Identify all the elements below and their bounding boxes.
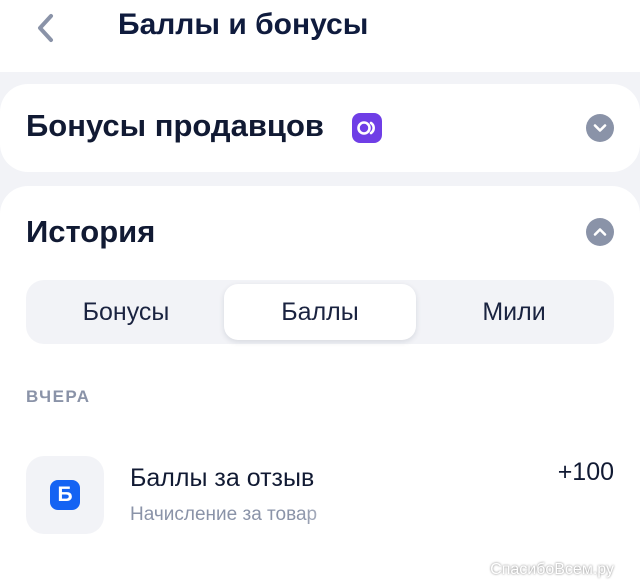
points-b-icon: Б [50, 480, 80, 510]
chevron-up-icon [593, 228, 607, 236]
collapse-history-button[interactable] [586, 218, 614, 246]
transaction-icon-box: Б [26, 456, 104, 534]
tab-miles[interactable]: Мили [418, 284, 610, 340]
transaction-amount: +100 [557, 458, 614, 486]
history-tabs: Бонусы Баллы Мили [26, 280, 614, 344]
page-title: Баллы и бонусы [118, 8, 369, 41]
chevron-left-icon [38, 14, 53, 42]
brand-badge-icon [352, 113, 382, 143]
site-watermark: СпасибоВсем.ру [490, 561, 614, 578]
sellers-bonus-title: Бонусы продавцов [26, 108, 324, 143]
date-section-label: ВЧЕРА [26, 387, 91, 406]
transaction-row[interactable]: Б Баллы за отзыв Начисление за товар +10… [0, 448, 640, 544]
expand-sellers-button[interactable] [586, 114, 614, 142]
tab-bonuses[interactable]: Бонусы [30, 284, 222, 340]
top-app-bar: Баллы и бонусы [0, 0, 640, 72]
subtitle-fade [300, 500, 460, 530]
transaction-title: Баллы за отзыв [130, 464, 315, 492]
tab-points[interactable]: Баллы [224, 284, 416, 340]
back-button[interactable] [28, 10, 64, 46]
history-title: История [26, 214, 156, 249]
chevron-down-icon [593, 124, 607, 132]
